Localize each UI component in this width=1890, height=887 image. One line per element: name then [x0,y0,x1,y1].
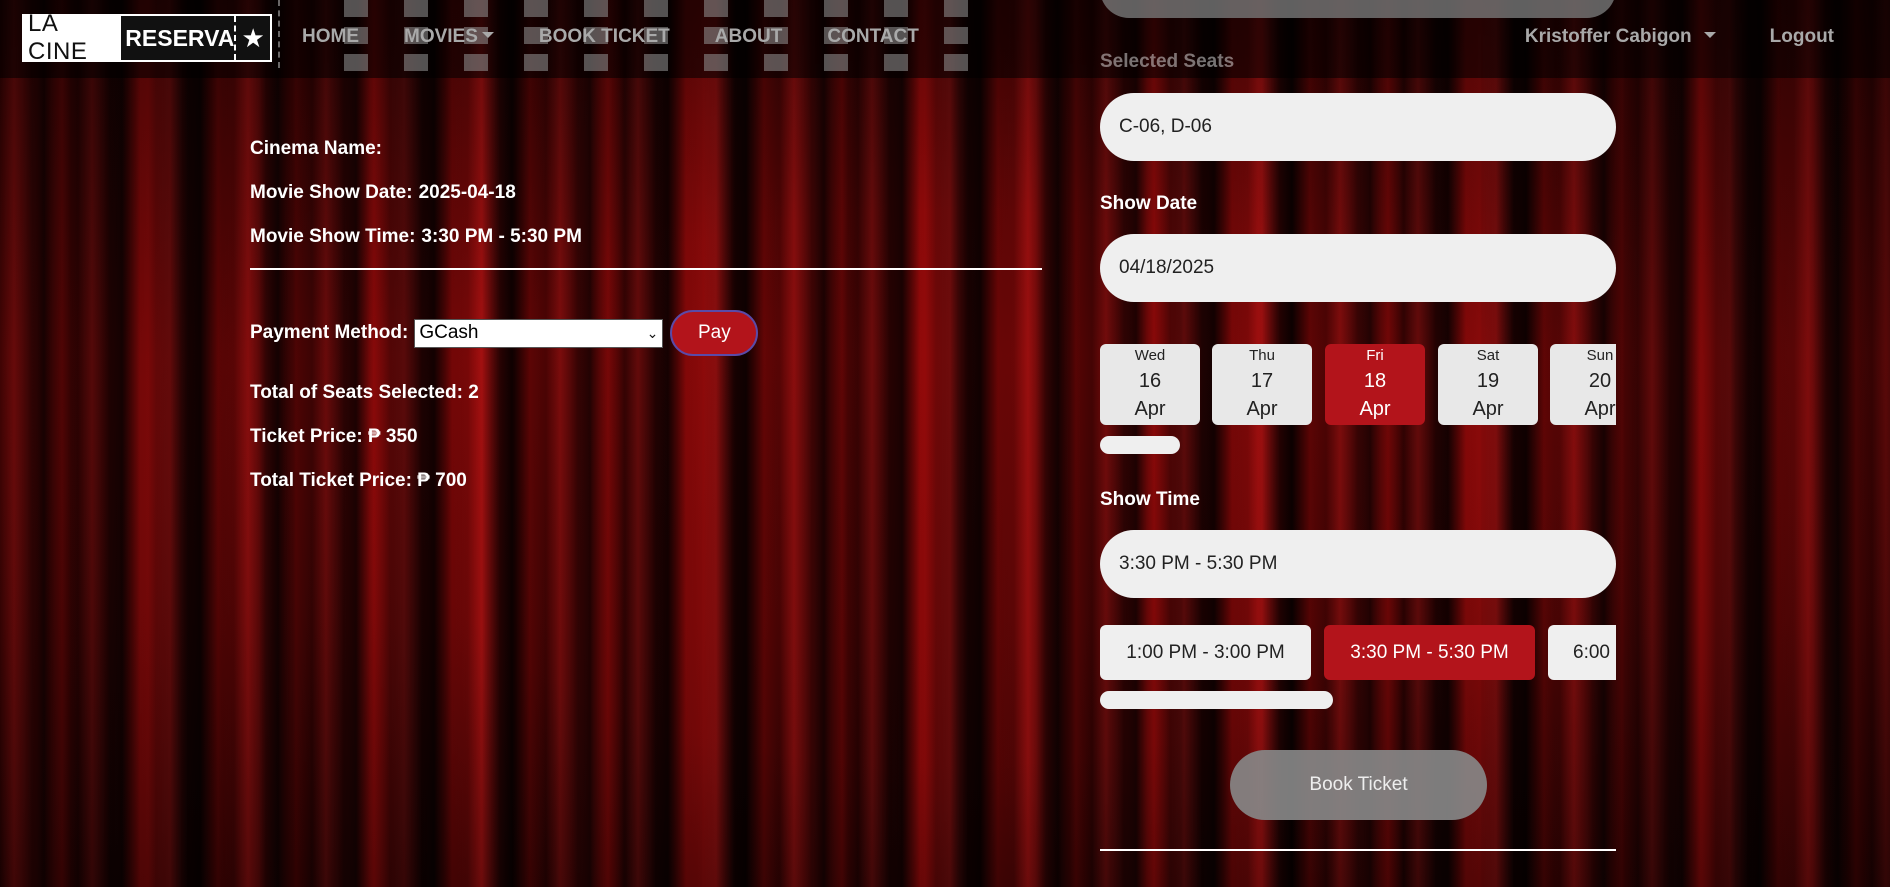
date-month: Apr [1584,398,1616,420]
logo-text-left: LA CINE [24,10,122,65]
total-price-text: Total Ticket Price: ₱ 700 [250,470,467,491]
ticket-price-text: Ticket Price: ₱ 350 [250,426,418,447]
payment-row: Payment Method: GCash ⌄ Pay [250,310,1042,356]
time-option[interactable]: 6:00 [1548,625,1616,680]
selected-seats-label: Selected Seats [1100,51,1235,72]
site-logo[interactable]: LA CINE RESERVA ★ [22,10,272,65]
date-strip-scrollbar[interactable] [1100,436,1180,454]
show-time-label: Show Time [1100,489,1200,510]
nav-movies[interactable]: MOVIES [404,26,494,48]
summary-divider [250,268,1042,270]
cinema-name-label: Cinema Name: [250,138,382,159]
logout-link[interactable]: Logout [1770,26,1834,48]
date-dow: Sun [1586,347,1614,364]
show-date-label: Show Date [1100,193,1198,214]
selected-seats-field[interactable]: C-06, D-06 [1100,93,1616,161]
nav-contact[interactable]: CONTACT [827,26,918,48]
date-card-sat-19[interactable]: Sat 19 Apr [1438,344,1538,425]
star-icon: ★ [234,16,270,60]
nav-book-ticket[interactable]: BOOK TICKET [539,26,670,48]
logo-text-right: RESERVA [121,16,235,60]
ticket-stub-decoration [270,0,280,68]
date-month: Apr [1359,398,1391,420]
date-card-thu-17[interactable]: Thu 17 Apr [1212,344,1312,425]
nav-links: HOME MOVIES BOOK TICKET ABOUT CONTACT [302,26,964,48]
date-dow: Fri [1366,347,1384,364]
time-picker-strip: 1:00 PM - 3:00 PM 3:30 PM - 5:30 PM 6:00 [1100,625,1616,681]
date-card-sun-20[interactable]: Sun 20 Apr [1550,344,1616,425]
date-day: 16 [1138,370,1162,392]
show-time-value: 3:30 PM - 5:30 PM [421,226,582,247]
chevron-down-icon [1703,32,1716,38]
time-option-selected[interactable]: 3:30 PM - 5:30 PM [1324,625,1535,680]
top-field-remnant [1100,0,1616,18]
date-dow: Wed [1134,347,1166,364]
date-picker-strip: Wed 16 Apr Thu 17 Apr Fri 18 Apr Sat 19 … [1100,344,1616,426]
nav-movies-label: MOVIES [404,26,478,47]
booking-form: Selected Seats C-06, D-06 Show Date 04/1… [1100,0,1616,887]
cinema-name-row: Cinema Name: [250,138,1042,160]
date-day: 17 [1250,370,1274,392]
payment-method-select[interactable]: GCash ⌄ [414,318,664,348]
date-month: Apr [1472,398,1504,420]
date-card-wed-16[interactable]: Wed 16 Apr [1100,344,1200,425]
show-date-row: Movie Show Date: 2025-04-18 [250,182,1042,204]
date-day: 18 [1363,370,1387,392]
date-card-fri-18[interactable]: Fri 18 Apr [1325,344,1425,425]
book-ticket-button[interactable]: Book Ticket [1230,750,1487,820]
date-month: Apr [1134,398,1166,420]
form-bottom-divider [1100,849,1616,851]
chevron-down-icon [481,32,494,38]
payment-method-label: Payment Method: [250,322,409,343]
show-date-label: Movie Show Date: [250,182,413,203]
date-day: 20 [1588,370,1612,392]
time-strip-scrollbar[interactable] [1100,691,1333,709]
nav-home[interactable]: HOME [302,26,359,48]
show-time-field[interactable]: 3:30 PM - 5:30 PM [1100,530,1616,598]
price-summary: Total of Seats Selected: 2 Ticket Price:… [250,382,1042,492]
show-date-field[interactable]: 04/18/2025 [1100,234,1616,302]
date-day: 19 [1476,370,1500,392]
date-month: Apr [1246,398,1278,420]
show-date-value: 2025-04-18 [418,182,516,203]
nav-about[interactable]: ABOUT [715,26,783,48]
date-dow: Thu [1249,347,1275,364]
date-dow: Sat [1476,347,1500,364]
time-option[interactable]: 1:00 PM - 3:00 PM [1100,625,1311,680]
booking-summary: Cinema Name: Movie Show Date: 2025-04-18… [250,138,1042,492]
show-time-row: Movie Show Time: 3:30 PM - 5:30 PM [250,226,1042,248]
show-time-label: Movie Show Time: [250,226,416,247]
payment-method-value: GCash [419,322,479,343]
chevron-down-icon: ⌄ [646,324,659,341]
pay-button[interactable]: Pay [670,310,759,356]
total-seats-text: Total of Seats Selected: 2 [250,382,479,403]
